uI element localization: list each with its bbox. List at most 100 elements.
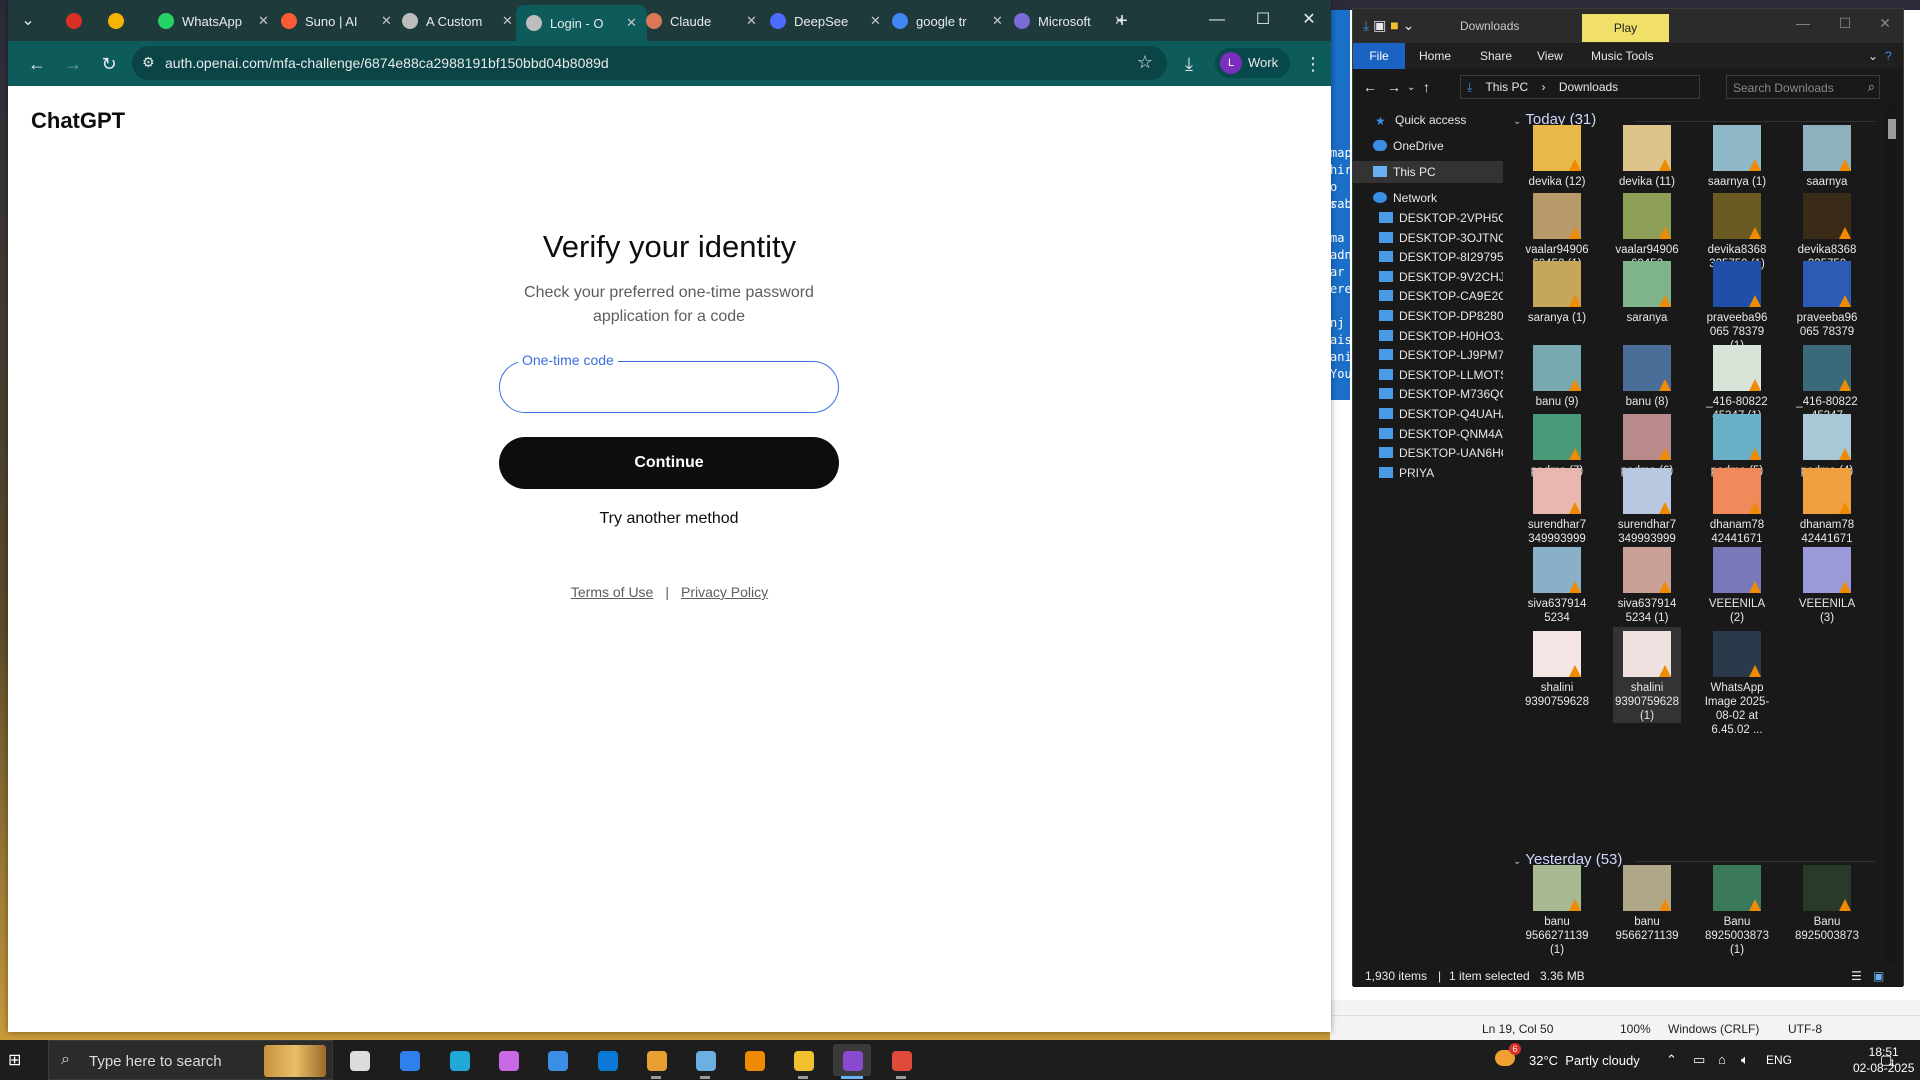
explorer-minimize-button[interactable]: — <box>1783 15 1823 31</box>
address-bar[interactable]: ⚙ auth.openai.com/mfa-challenge/6874e88c… <box>132 46 1167 80</box>
browser-tab[interactable]: A Custom ✕ <box>392 7 523 35</box>
taskbar-app[interactable] <box>833 1044 871 1079</box>
close-tab-icon[interactable]: ✕ <box>258 13 269 29</box>
volume-icon[interactable]: 🔈︎ <box>1741 1052 1749 1080</box>
close-tab-icon[interactable]: ✕ <box>381 13 392 29</box>
taskbar-search-box[interactable]: ⌕ Type here to search <box>48 1040 333 1080</box>
file-item[interactable]: saranya <box>1613 257 1681 325</box>
browser-tab[interactable]: Claude ✕ <box>636 7 767 35</box>
continue-button[interactable]: Continue <box>499 437 839 489</box>
file-item[interactable]: dhanam78 42441671 <box>1793 464 1861 546</box>
nav-quick-access[interactable]: ★ Quick access <box>1353 109 1503 131</box>
tab-search-button[interactable]: ⌄ <box>14 8 42 34</box>
up-one-level-icon[interactable]: ↑ <box>1423 79 1430 95</box>
browser-tab[interactable]: google tr ✕ <box>882 7 1013 35</box>
file-item[interactable]: Banu 8925003873 (1) <box>1703 861 1771 957</box>
ribbon-share-tab[interactable]: Share <box>1480 49 1512 63</box>
chrome-window[interactable]: ⌄ WhatsApp ✕ Suno | AI ✕ A Custom ✕ Login - O ✕… <box>8 0 1331 1032</box>
file-item[interactable]: saarnya (1) <box>1703 121 1771 189</box>
quick-access-toolbar-icon[interactable]: ⤓ ▣ ■ ⌄ <box>1363 17 1414 34</box>
maximize-button[interactable]: ☐ <box>1240 0 1286 40</box>
file-item[interactable]: saranya (1) <box>1523 257 1591 325</box>
explorer-search-box[interactable]: Search Downloads ⌕ <box>1726 75 1880 99</box>
play-tab[interactable]: Play <box>1582 14 1669 42</box>
browser-tab[interactable] <box>98 7 142 35</box>
language-indicator[interactable]: ENG <box>1766 1053 1792 1080</box>
taskbar-app[interactable] <box>735 1044 773 1076</box>
file-item[interactable]: siva637914 5234 <box>1523 543 1591 625</box>
bookmark-star-icon[interactable]: ☆ <box>1137 52 1153 73</box>
nav-this-pc[interactable]: This PC <box>1353 161 1503 183</box>
explorer-maximize-button[interactable]: ☐ <box>1825 15 1865 32</box>
taskbar-app[interactable] <box>784 1044 822 1079</box>
show-hidden-icons[interactable]: ⌃ <box>1666 1052 1677 1080</box>
file-item[interactable]: siva637914 5234 (1) <box>1613 543 1681 625</box>
taskbar-app[interactable] <box>489 1044 527 1076</box>
help-icon[interactable]: ? <box>1885 49 1892 63</box>
forward-button[interactable]: → <box>58 49 88 79</box>
file-item[interactable]: VEEENILA (2) <box>1703 543 1771 625</box>
back-button[interactable]: ← <box>22 49 52 79</box>
close-tab-icon[interactable]: ✕ <box>502 13 513 29</box>
taskbar-app[interactable] <box>882 1044 920 1079</box>
network-status-icon[interactable]: ▭ <box>1693 1052 1705 1080</box>
browser-tab[interactable]: WhatsApp ✕ <box>148 7 279 35</box>
recent-locations-icon[interactable]: ⌄ <box>1407 82 1415 93</box>
site-info-icon[interactable]: ⚙ <box>142 54 155 71</box>
file-item[interactable]: banu 9566271139 (1) <box>1523 861 1591 957</box>
explorer-address-bar[interactable]: ⤓ This PC › Downloads <box>1460 75 1700 99</box>
taskbar-app[interactable] <box>588 1044 626 1076</box>
browser-tab[interactable]: Suno | AI ✕ <box>271 7 402 35</box>
ribbon-file-tab[interactable]: File <box>1353 43 1405 69</box>
privacy-policy-link[interactable]: Privacy Policy <box>681 584 768 600</box>
terms-of-use-link[interactable]: Terms of Use <box>571 584 653 600</box>
try-another-method-link[interactable]: Try another method <box>499 510 839 528</box>
file-item[interactable]: banu (9) <box>1523 341 1591 409</box>
nav-network-computer[interactable]: PRIYA <box>1353 462 1503 484</box>
taskbar-app[interactable] <box>538 1044 576 1076</box>
file-item[interactable]: praveeba96 065 78379 <box>1793 257 1861 339</box>
taskbar-app[interactable] <box>686 1044 724 1079</box>
one-time-code-input[interactable] <box>500 362 838 412</box>
minimize-button[interactable]: — <box>1194 0 1240 40</box>
file-item[interactable]: banu (8) <box>1613 341 1681 409</box>
one-time-code-field[interactable] <box>499 361 839 413</box>
browser-tab[interactable]: DeepSee ✕ <box>760 7 891 35</box>
details-view-icon[interactable]: ☰ <box>1851 969 1862 983</box>
file-item[interactable]: shalini 9390759628 (1) <box>1613 627 1681 723</box>
explorer-back-icon[interactable]: ← <box>1363 79 1377 95</box>
close-tab-icon[interactable]: ✕ <box>870 13 881 29</box>
file-item[interactable]: VEEENILA (3) <box>1793 543 1861 625</box>
explorer-close-button[interactable]: ✕ <box>1865 15 1905 32</box>
close-tab-icon[interactable]: ✕ <box>746 13 757 29</box>
nav-onedrive[interactable]: OneDrive <box>1353 135 1503 157</box>
nav-network[interactable]: Network <box>1353 187 1503 209</box>
ribbon-music-tools-tab[interactable]: Music Tools <box>1591 49 1653 63</box>
scrollbar-thumb[interactable] <box>1888 119 1896 139</box>
reload-button[interactable]: ↻ <box>94 49 124 79</box>
windows-start-icon[interactable]: ⊞ <box>8 1050 36 1070</box>
explorer-scrollbar[interactable] <box>1885 105 1899 965</box>
file-item[interactable]: WhatsApp Image 2025-08-02 at 6.45.02 ... <box>1703 627 1771 737</box>
taskbar-app[interactable] <box>440 1044 478 1076</box>
file-item[interactable]: banu 9566271139 <box>1613 861 1681 943</box>
browser-tab[interactable] <box>56 7 100 35</box>
notification-center-icon[interactable]: ▢ 1 <box>1880 1052 1895 1080</box>
breadcrumb-downloads[interactable]: Downloads <box>1559 80 1618 94</box>
downloads-icon[interactable]: ⤓ <box>1174 49 1204 79</box>
new-tab-button[interactable]: + <box>1108 8 1136 34</box>
file-item[interactable]: devika (12) <box>1523 121 1591 189</box>
taskbar-app[interactable] <box>637 1044 675 1079</box>
ribbon-home-tab[interactable]: Home <box>1419 49 1451 63</box>
file-item[interactable]: Banu 8925003873 <box>1793 861 1861 943</box>
file-item[interactable]: shalini 9390759628 <box>1523 627 1591 709</box>
browser-tab[interactable]: Login - O ✕ <box>516 5 647 41</box>
breadcrumb-this-pc[interactable]: This PC <box>1485 80 1528 94</box>
taskbar-app[interactable] <box>340 1044 378 1076</box>
browser-menu-icon[interactable]: ⋮ <box>1298 49 1328 79</box>
file-explorer-window[interactable]: ⤓ ▣ ■ ⌄ Downloads Play — ☐ ✕ File Home S… <box>1352 8 1905 987</box>
close-window-button[interactable]: ✕ <box>1286 0 1332 40</box>
explorer-forward-icon[interactable]: → <box>1387 79 1401 95</box>
profile-button[interactable]: L Work <box>1215 48 1290 78</box>
file-item[interactable]: surendhar7 349993999 <box>1613 464 1681 546</box>
